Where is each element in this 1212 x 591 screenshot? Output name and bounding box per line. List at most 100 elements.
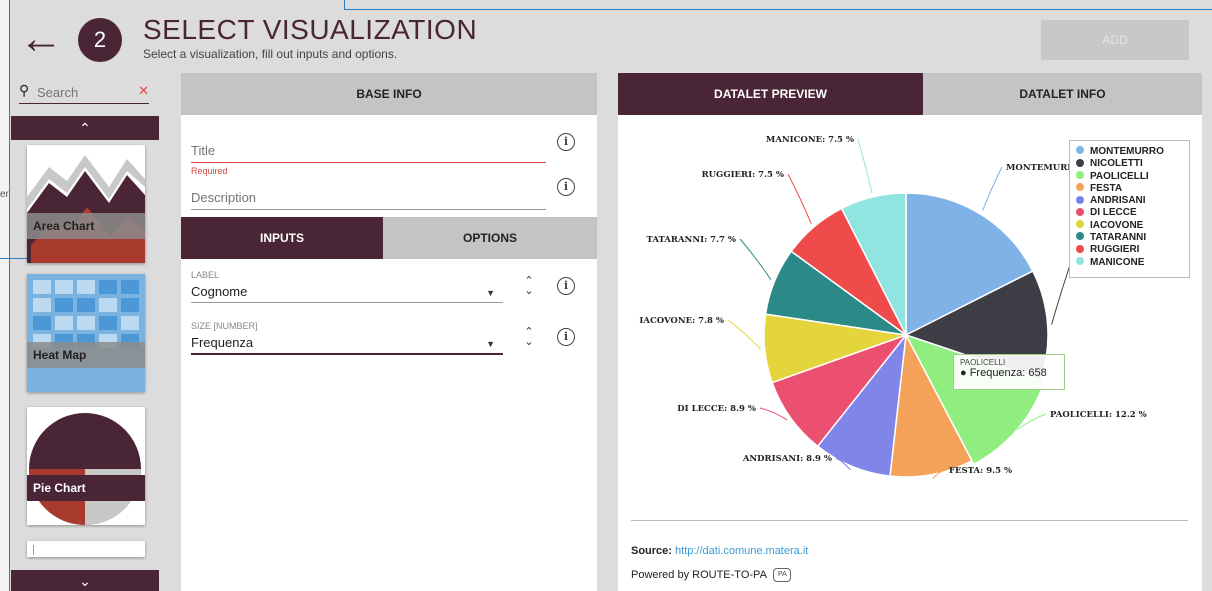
legend-label: DI LECCE [1090, 207, 1137, 219]
legend-dot-icon [1076, 195, 1084, 204]
slice-label: RUGGIERI: 7.5 % [702, 170, 784, 180]
slice-label: FESTA: 9.5 % [949, 466, 1012, 476]
field-label: LABEL [191, 270, 220, 280]
tab-options[interactable]: OPTIONS [383, 217, 597, 259]
slice-connector [857, 138, 873, 194]
info-icon[interactable]: i [557, 328, 575, 346]
legend-item[interactable]: MONTEMURRO [1076, 146, 1183, 158]
input-options-tabs: INPUTS OPTIONS [181, 217, 597, 259]
legend-item[interactable]: TATARANNI [1076, 232, 1183, 244]
sort-arrows-icon[interactable]: ⌃ ⌄ [523, 327, 535, 351]
back-arrow-icon[interactable]: ← [19, 17, 63, 61]
slice-label: PAOLICELLI: 12.2 % [1050, 410, 1147, 420]
chart-legend: MONTEMURRO NICOLETTI PAOLICELLI FESTA ANDRIS… [1069, 140, 1190, 278]
add-button[interactable]: ADD [1041, 20, 1189, 60]
label-select[interactable]: LABEL Cognome ▼ [191, 270, 503, 303]
legend-label: NICOLETTI [1090, 158, 1143, 170]
search-input[interactable] [37, 82, 129, 102]
slice-label: ANDRISANI: 8.9 % [742, 454, 832, 464]
slice-label: IACOVONE: 7.8 % [639, 316, 724, 326]
search-box: ⚲ ✕ [19, 80, 149, 104]
source-line: Source: http://dati.comune.matera.it [631, 545, 808, 557]
info-icon[interactable]: i [557, 277, 575, 295]
slice-connector [727, 319, 762, 350]
powered-by: Powered by ROUTE-TO-PA PA [631, 568, 792, 582]
scroll-down-button[interactable]: ⌄ [11, 570, 159, 591]
title-field[interactable] [191, 139, 546, 163]
step-badge: 2 [78, 18, 122, 62]
heat-map-thumbnail-icon [27, 274, 145, 392]
base-info-header: BASE INFO [181, 73, 597, 115]
legend-dot-icon [1076, 257, 1084, 266]
viz-card-pie-chart[interactable]: Pie Chart [27, 407, 145, 525]
tooltip-value: ● Frequenza: 658 [960, 367, 1047, 379]
legend-label: FESTA [1090, 182, 1123, 194]
info-icon[interactable]: i [557, 133, 575, 151]
legend-item[interactable]: MANICONE [1076, 257, 1183, 269]
legend-item[interactable]: PAOLICELLI [1076, 171, 1183, 183]
legend-item[interactable]: DI LECCE [1076, 207, 1183, 219]
slice-connector [982, 166, 1003, 211]
slice-label: MANICONE: 7.5 % [766, 135, 854, 145]
tab-datalet-preview[interactable]: DATALET PREVIEW [618, 73, 923, 115]
chevron-down-icon: ⌄ [79, 573, 91, 589]
page-subtitle: Select a visualization, fill out inputs … [143, 47, 398, 61]
clear-icon[interactable]: ✕ [138, 83, 149, 99]
legend-label: IACOVONE [1090, 219, 1144, 231]
legend-item[interactable]: NICOLETTI [1076, 158, 1183, 170]
legend-dot-icon [1076, 146, 1084, 155]
legend-item[interactable]: FESTA [1076, 183, 1183, 195]
size-select[interactable]: SIZE [NUMBER] Frequenza ▼ [191, 321, 503, 355]
tooltip-title: PAOLICELLI [960, 358, 1006, 367]
area-chart-thumbnail-icon [27, 155, 145, 263]
slice-label: TATARANNI: 7.7 % [646, 235, 736, 245]
pie-chart-thumbnail-icon [29, 413, 141, 525]
legend-item[interactable]: IACOVONE [1076, 220, 1183, 232]
required-hint: Required [191, 166, 228, 176]
selected-option: Cognome [191, 284, 248, 299]
description-field-wrapper [191, 186, 546, 210]
viz-label: Area Chart [27, 213, 145, 239]
viz-label: Pie Chart [27, 475, 145, 501]
legend-label: MONTEMURRO [1090, 146, 1164, 157]
sort-arrows-icon[interactable]: ⌃ ⌄ [523, 276, 535, 300]
select-value[interactable]: Cognome ▼ [191, 280, 503, 303]
pa-logo-icon: PA [773, 568, 792, 582]
legend-dot-icon [1076, 158, 1084, 167]
powered-text: Powered by ROUTE-TO-PA [631, 568, 767, 581]
source-link[interactable]: http://dati.comune.matera.it [675, 545, 808, 557]
page-title: SELECT VISUALIZATION [143, 14, 478, 45]
search-icon: ⚲ [19, 82, 30, 98]
tab-inputs[interactable]: INPUTS [181, 217, 383, 259]
base-info-panel: BASE INFO Required i i INPUTS OPTIONS LA… [181, 73, 597, 591]
viz-card-heat-map[interactable]: Heat Map [27, 274, 145, 392]
legend-label: RUGGIERI [1090, 244, 1140, 256]
legend-dot-icon [1076, 183, 1084, 192]
legend-label: TATARANNI [1090, 232, 1147, 244]
page-header: ← 2 SELECT VISUALIZATION Select a visual… [11, 10, 1212, 72]
legend-dot-icon [1076, 244, 1084, 253]
card-stub [33, 545, 34, 555]
viz-card-next[interactable] [27, 541, 145, 557]
legend-item[interactable]: RUGGIERI [1076, 244, 1183, 256]
legend-item[interactable]: ANDRISANI [1076, 195, 1183, 207]
visualization-sidebar: ⚲ ✕ ⌃ Area Chart He [11, 73, 159, 591]
legend-dot-icon [1076, 232, 1084, 241]
legend-label: MANICONE [1090, 256, 1145, 268]
legend-dot-icon [1076, 207, 1084, 216]
description-field[interactable] [191, 186, 546, 210]
caret-down-icon: ▼ [486, 288, 495, 298]
source-label: Source: [631, 545, 672, 557]
chevron-up-icon: ⌃ [79, 120, 91, 136]
tab-datalet-info[interactable]: DATALET INFO [923, 73, 1202, 115]
info-icon[interactable]: i [557, 178, 575, 196]
frame-left-text: er [0, 189, 9, 200]
title-field-wrapper: Required [191, 139, 546, 176]
field-label: SIZE [NUMBER] [191, 321, 258, 331]
viz-card-area-chart[interactable]: Area Chart [27, 145, 145, 263]
slice-connector [787, 173, 812, 225]
select-value[interactable]: Frequenza ▼ [191, 331, 503, 355]
left-frame-edge [0, 0, 10, 591]
caret-down-icon: ▼ [486, 339, 495, 349]
scroll-up-button[interactable]: ⌃ [11, 116, 159, 140]
